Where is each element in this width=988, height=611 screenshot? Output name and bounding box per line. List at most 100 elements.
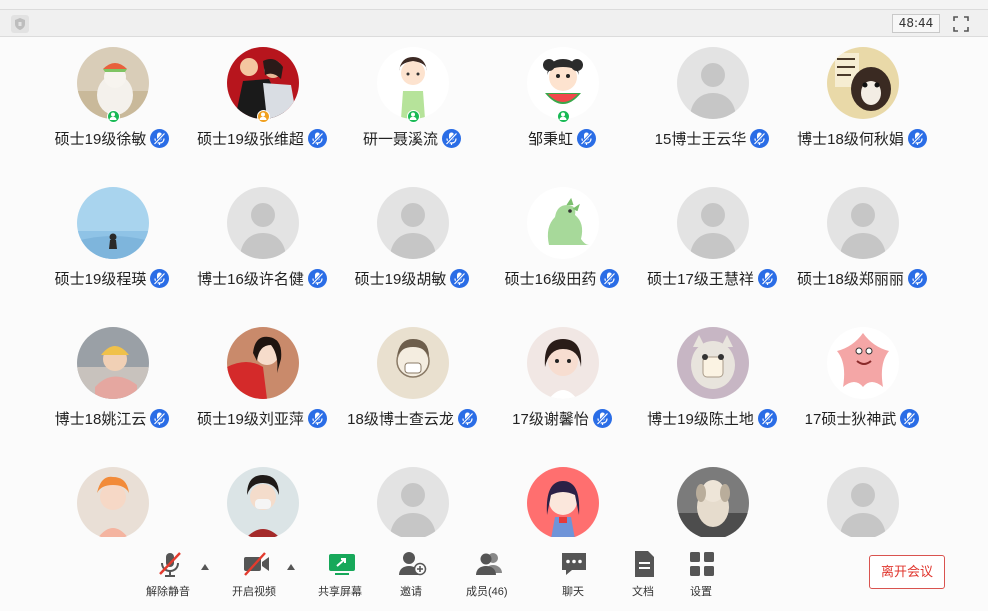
start-video-button[interactable]: 开启视频 <box>226 549 286 601</box>
default-avatar <box>227 187 299 259</box>
muted-mic-icon <box>577 128 596 148</box>
participant-tile[interactable]: 硕士18级郑丽丽 <box>782 177 942 297</box>
participant-name: 15博士王云华 <box>654 130 747 148</box>
participant-name-row: 博士19级陈土地 <box>632 407 792 429</box>
settings-grid-icon <box>687 549 717 579</box>
participant-tile[interactable] <box>182 457 342 537</box>
share-screen-button[interactable]: 共享屏幕 <box>312 549 372 601</box>
muted-mic-icon <box>907 268 927 288</box>
participant-tile[interactable]: 18级博士查云龙 <box>332 317 492 437</box>
muted-mic-icon <box>150 408 170 428</box>
video-options-caret-icon[interactable] <box>287 557 295 570</box>
participant-tile[interactable]: 博士19级陈土地 <box>632 317 792 437</box>
muted-mic-icon <box>307 408 327 428</box>
participant-tile[interactable]: 博士16级许名健 <box>182 177 342 297</box>
muted-mic-icon <box>307 268 327 288</box>
sky-photo-avatar <box>77 187 149 259</box>
meeting-toolbar: 解除静音 开启视频 共享屏幕 邀请 成员(46) 聊天 文档 设置 离开会议 <box>0 537 988 611</box>
chat-button[interactable]: 聊天 <box>557 549 591 601</box>
participant-tile[interactable]: 研一聂溪流 <box>332 37 492 157</box>
participant-tile[interactable]: 硕士17级王慧祥 <box>632 177 792 297</box>
participant-tile[interactable]: 硕士19级胡敏 <box>332 177 492 297</box>
participant-name: 博士18姚江云 <box>54 410 147 428</box>
participant-tile[interactable]: 博士18姚江云 <box>32 317 192 437</box>
invite-button[interactable]: 邀请 <box>395 549 429 601</box>
participant-tile[interactable]: 邹秉虹 <box>482 37 642 157</box>
girl-selfie-avatar <box>77 467 149 537</box>
participant-tile[interactable]: 博士18级何秋娟 <box>782 37 942 157</box>
participant-name-row: 博士16级许名健 <box>182 267 342 289</box>
audio-options-caret-icon[interactable] <box>201 557 209 570</box>
participant-name-row: 17硕士狄神武 <box>782 407 942 429</box>
muted-mic-icon <box>307 128 327 148</box>
sketch-avatar <box>377 327 449 399</box>
participant-tile[interactable]: 硕士16级田药 <box>482 177 642 297</box>
participant-tile[interactable] <box>482 457 642 537</box>
participant-name: 18级博士查云龙 <box>347 410 454 428</box>
participant-name-row: 硕士19级刘亚萍 <box>182 407 342 429</box>
members-button[interactable]: 成员(46) <box>464 549 514 601</box>
participant-tile[interactable]: 15博士王云华 <box>632 37 792 157</box>
muted-mic-icon <box>907 128 927 148</box>
participant-name-row: 17级谢馨怡 <box>482 407 642 429</box>
meeting-top-bar: 48:44 <box>0 9 988 37</box>
participant-tile[interactable] <box>632 457 792 537</box>
fullscreen-icon[interactable] <box>953 16 969 32</box>
security-shield-icon[interactable] <box>11 15 29 33</box>
participant-tile[interactable]: 硕士19级张维超 <box>182 37 342 157</box>
participant-tile[interactable]: 17级谢馨怡 <box>482 317 642 437</box>
settings-button[interactable]: 设置 <box>685 549 719 601</box>
participant-name-row: 硕士16级田药 <box>482 267 642 289</box>
participant-name: 硕士16级田药 <box>504 270 597 288</box>
participant-name-row: 研一聂溪流 <box>332 127 492 149</box>
participant-name-row: 硕士17级王慧祥 <box>632 267 792 289</box>
unmute-label: 解除静音 <box>146 586 190 598</box>
participant-name-row: 15博士王云华 <box>632 127 792 149</box>
documents-button[interactable]: 文档 <box>627 549 661 601</box>
default-avatar <box>377 467 449 537</box>
participant-tile[interactable]: 硕士19级程瑛 <box>32 177 192 297</box>
participant-name: 17硕士狄神武 <box>804 410 897 428</box>
participant-name: 硕士19级胡敏 <box>354 270 447 288</box>
settings-label: 设置 <box>690 586 712 598</box>
muted-mic-icon <box>150 128 170 148</box>
muted-mic-icon <box>757 408 777 428</box>
cartoon-girl-avatar <box>377 47 449 119</box>
host-badge-icon <box>407 110 420 123</box>
participant-name-row: 博士18级何秋娟 <box>782 127 942 149</box>
muted-mic-icon <box>150 268 170 288</box>
document-icon <box>629 549 659 579</box>
default-avatar <box>677 47 749 119</box>
dog-photo-avatar <box>77 47 149 119</box>
participant-tile[interactable] <box>782 457 942 537</box>
participant-tile[interactable]: 硕士19级刘亚萍 <box>182 317 342 437</box>
participant-name: 硕士19级程瑛 <box>54 270 147 288</box>
participant-name: 硕士19级刘亚萍 <box>197 410 304 428</box>
participant-tile[interactable]: 17硕士狄神武 <box>782 317 942 437</box>
participant-tile[interactable] <box>32 457 192 537</box>
members-icon <box>474 549 504 579</box>
share-screen-icon <box>327 549 357 579</box>
participant-name: 博士16级许名健 <box>197 270 304 288</box>
participant-name: 硕士18级郑丽丽 <box>797 270 904 288</box>
muted-mic-icon <box>592 408 612 428</box>
participant-name-row: 硕士19级徐敏 <box>32 127 192 149</box>
masked-woman-avatar <box>227 467 299 537</box>
participant-name-row: 硕士19级胡敏 <box>332 267 492 289</box>
toy-dog-photo-avatar <box>677 467 749 537</box>
unmute-button[interactable]: 解除静音 <box>140 549 200 601</box>
muted-mic-icon <box>900 408 920 428</box>
leave-meeting-button[interactable]: 离开会议 <box>869 555 945 589</box>
participant-tile[interactable]: 硕士19级徐敏 <box>32 37 192 157</box>
couple-photo-avatar <box>227 47 299 119</box>
woman-red-photo-avatar <box>227 327 299 399</box>
participant-name: 博士18级何秋娟 <box>797 130 904 148</box>
participant-name-row: 18级博士查云龙 <box>332 407 492 429</box>
participant-name-row: 硕士19级张维超 <box>182 127 342 149</box>
cat-photo-avatar <box>677 327 749 399</box>
participant-name: 硕士19级张维超 <box>197 130 304 148</box>
share-screen-label: 共享屏幕 <box>318 586 362 598</box>
baby-photo-avatar <box>77 327 149 399</box>
chat-bubble-icon <box>559 549 589 579</box>
participant-tile[interactable] <box>332 457 492 537</box>
